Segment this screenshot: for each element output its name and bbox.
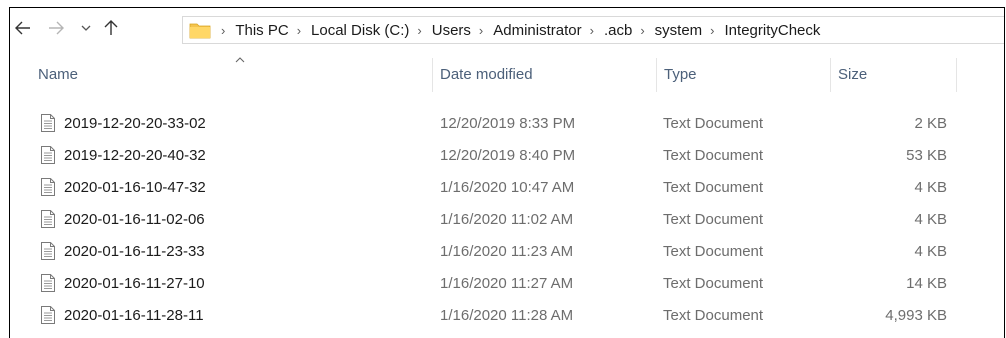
file-row[interactable]: 2020-01-16-10-47-32 1/16/2020 10:47 AM T… <box>10 171 1004 203</box>
file-date-modified: 1/16/2020 11:02 AM <box>440 210 574 228</box>
file-size: 4 KB <box>914 242 947 260</box>
file-name-cell[interactable]: 2020-01-16-11-27-10 <box>40 267 430 299</box>
column-divider[interactable] <box>432 58 433 92</box>
file-row[interactable]: 2020-01-16-11-27-10 1/16/2020 11:27 AM T… <box>10 267 1004 299</box>
column-date-modified[interactable]: Date modified <box>434 54 656 94</box>
file-date-modified: 1/16/2020 10:47 AM <box>440 178 575 196</box>
file-row[interactable]: 2020-01-16-11-28-11 1/16/2020 11:28 AM T… <box>10 299 1004 331</box>
breadcrumb-acb[interactable]: .acb <box>604 22 632 39</box>
file-name: 2020-01-16-11-23-33 <box>64 242 205 260</box>
column-type[interactable]: Type <box>658 54 830 94</box>
file-type: Text Document <box>663 242 764 260</box>
folder-icon <box>189 23 211 39</box>
file-row[interactable]: 2019-12-20-20-33-02 12/20/2019 8:33 PM T… <box>10 107 1004 139</box>
file-type: Text Document <box>663 306 764 324</box>
file-name-cell[interactable]: 2020-01-16-10-47-32 <box>40 171 430 203</box>
file-name-cell[interactable]: 2020-01-16-11-28-11 <box>40 299 430 331</box>
breadcrumb-users[interactable]: Users <box>432 22 471 39</box>
file-row[interactable]: 2020-01-16-11-02-06 1/16/2020 11:02 AM T… <box>10 203 1004 235</box>
breadcrumb-integritycheck[interactable]: IntegrityCheck <box>725 22 821 39</box>
file-name: 2019-12-20-20-40-32 <box>64 146 206 164</box>
breadcrumb-separator-icon: › <box>296 22 302 38</box>
forward-arrow-icon[interactable] <box>47 18 65 38</box>
text-document-icon <box>41 306 55 324</box>
file-name: 2019-12-20-20-33-02 <box>64 114 206 132</box>
column-size[interactable]: Size <box>832 54 956 94</box>
column-header: Name Date modified Type Size <box>10 54 1004 94</box>
file-row[interactable]: 2020-01-16-11-23-33 1/16/2020 11:23 AM T… <box>10 235 1004 267</box>
chevron-down-icon[interactable] <box>77 18 95 38</box>
breadcrumb-separator-icon: › <box>640 22 645 38</box>
file-size: 53 KB <box>906 146 947 164</box>
column-divider[interactable] <box>956 58 957 92</box>
breadcrumb-separator-icon: › <box>221 22 226 38</box>
file-type: Text Document <box>663 178 764 196</box>
file-size: 2 KB <box>914 114 947 132</box>
column-name[interactable]: Name <box>32 54 432 94</box>
address-bar[interactable]: › This PC › Local Disk (C:) › Users › Ad… <box>182 16 1004 44</box>
file-name: 2020-01-16-11-27-10 <box>64 274 205 292</box>
file-name: 2020-01-16-11-02-06 <box>64 210 205 228</box>
breadcrumb-separator-icon: › <box>589 22 594 38</box>
breadcrumb-separator-icon: › <box>478 22 484 38</box>
file-name-cell[interactable]: 2019-12-20-20-33-02 <box>40 107 430 139</box>
breadcrumb-system[interactable]: system <box>655 22 703 39</box>
column-divider[interactable] <box>830 58 831 92</box>
breadcrumb-local-disk[interactable]: Local Disk (C:) <box>311 22 409 39</box>
file-type: Text Document <box>663 114 764 132</box>
file-date-modified: 1/16/2020 11:23 AM <box>440 242 574 260</box>
file-date-modified: 12/20/2019 8:33 PM <box>440 114 576 132</box>
file-date-modified: 12/20/2019 8:40 PM <box>440 146 576 164</box>
breadcrumb-this-pc[interactable]: This PC <box>235 22 288 39</box>
text-document-icon <box>41 114 55 132</box>
breadcrumb-separator-icon: › <box>417 22 422 38</box>
file-name-cell[interactable]: 2020-01-16-11-23-33 <box>40 235 430 267</box>
file-name: 2020-01-16-10-47-32 <box>64 178 206 196</box>
breadcrumb-administrator[interactable]: Administrator <box>493 22 581 39</box>
navigation-bar: › This PC › Local Disk (C:) › Users › Ad… <box>10 8 1004 52</box>
file-explorer-window: › This PC › Local Disk (C:) › Users › Ad… <box>9 7 1005 338</box>
file-row[interactable]: 2019-12-20-20-40-32 12/20/2019 8:40 PM T… <box>10 139 1004 171</box>
column-divider[interactable] <box>656 58 657 92</box>
file-size: 4 KB <box>914 178 947 196</box>
breadcrumb-separator-icon: › <box>710 22 715 38</box>
file-date-modified: 1/16/2020 11:27 AM <box>440 274 574 292</box>
text-document-icon <box>41 274 55 292</box>
up-arrow-icon[interactable] <box>102 18 120 38</box>
file-name: 2020-01-16-11-28-11 <box>64 306 204 324</box>
text-document-icon <box>41 178 55 196</box>
file-type: Text Document <box>663 146 764 164</box>
text-document-icon <box>41 146 55 164</box>
back-arrow-icon[interactable] <box>14 18 32 38</box>
text-document-icon <box>41 210 55 228</box>
file-type: Text Document <box>663 274 764 292</box>
file-list: 2019-12-20-20-33-02 12/20/2019 8:33 PM T… <box>10 107 1004 331</box>
file-date-modified: 1/16/2020 11:28 AM <box>440 306 574 324</box>
text-document-icon <box>41 242 55 260</box>
file-name-cell[interactable]: 2019-12-20-20-40-32 <box>40 139 430 171</box>
file-size: 14 KB <box>906 274 947 292</box>
file-size: 4,993 KB <box>885 306 947 324</box>
file-size: 4 KB <box>914 210 947 228</box>
file-name-cell[interactable]: 2020-01-16-11-02-06 <box>40 203 430 235</box>
file-type: Text Document <box>663 210 764 228</box>
